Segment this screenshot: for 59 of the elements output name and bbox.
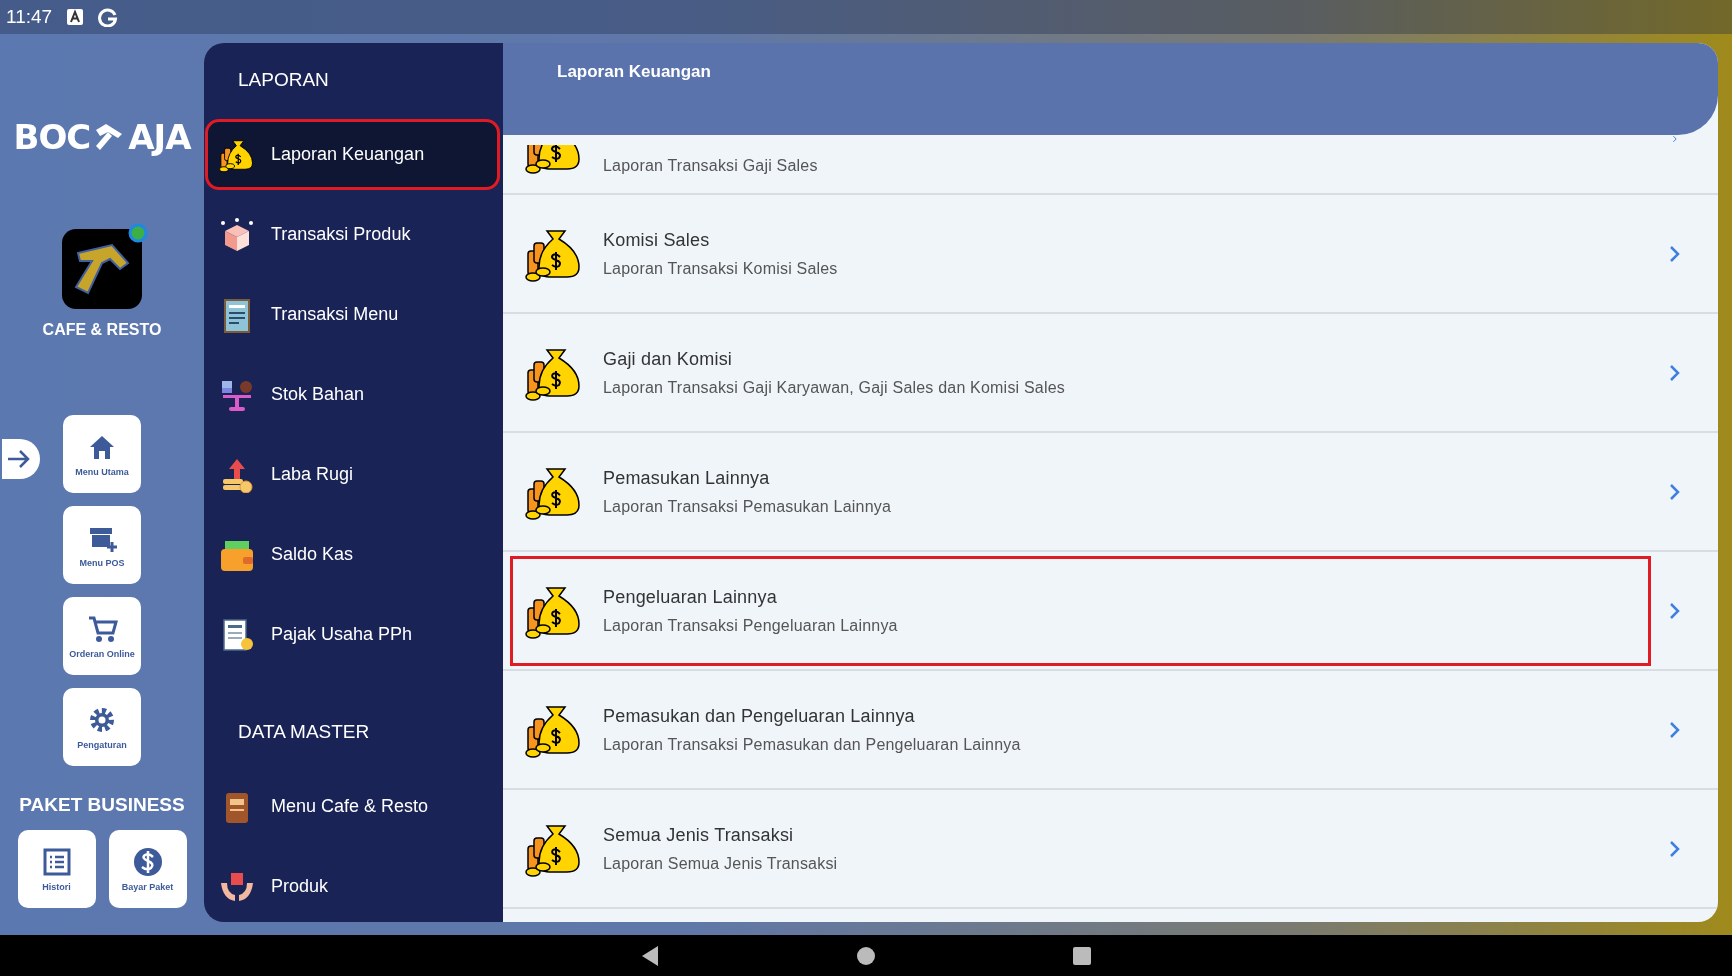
row-subtitle: Laporan Transaksi Gaji Karyawan, Gaji Sales dan Komisi Sales (603, 378, 1065, 397)
nav-item[interactable]: Produk (207, 853, 498, 920)
report-row[interactable]: Laporan Transaksi Gaji Sales (513, 135, 1648, 193)
report-row[interactable]: Pemasukan Lainnya Laporan Transaksi Pemasukan Lainnya (513, 439, 1648, 544)
row-title: Pengeluaran Lainnya (603, 586, 778, 608)
arrow-tab-icon (2, 439, 40, 479)
report-row[interactable]: Semua Jenis Transaksi Laporan Semua Jenis Transaksi (513, 796, 1648, 901)
recents-icon (1072, 945, 1092, 966)
nav-item[interactable]: Laporan Keuangan (207, 121, 498, 188)
report-row[interactable]: Pemasukan dan Pengeluaran Lainnya Laporan Transaksi Pemasukan dan Pengeluaran Lainnya (513, 677, 1648, 782)
row-title: Gaji dan Komisi (603, 348, 734, 370)
row-title: Pemasukan dan Pengeluaran Lainnya (603, 705, 916, 727)
google-g-icon (98, 7, 119, 27)
package-title: PAKET BUSINESS (19, 794, 185, 816)
a-box-icon (66, 8, 85, 26)
section-title: DATA MASTER (237, 721, 371, 743)
nav-item[interactable]: Transaksi Menu (207, 281, 498, 348)
status-time: 11:47 (6, 6, 53, 28)
report-row[interactable]: Pengeluaran Lainnya Laporan Transaksi Pengeluaran Lainnya (513, 558, 1648, 663)
logo-text: BOC (13, 117, 91, 157)
nav-item[interactable]: Stok Bahan (207, 361, 498, 428)
nav-item[interactable]: Menu Cafe & Resto (207, 773, 498, 840)
chevron-right-icon (1668, 481, 1682, 502)
app-logo-icon (62, 223, 148, 309)
nav-item[interactable]: Transaksi Produk (207, 201, 498, 268)
row-title: Komisi Sales (603, 229, 711, 251)
nav-item[interactable]: Laba Rugi (207, 441, 498, 508)
report-row[interactable]: Gaji dan Komisi Laporan Transaksi Gaji Karyawan, Gaji Sales dan Komisi Sales (513, 320, 1648, 425)
row-title: Semua Jenis Transaksi (603, 824, 795, 846)
chevron-right-icon (1668, 719, 1682, 740)
back-icon (640, 944, 660, 967)
package-button[interactable]: Histori (17, 830, 96, 908)
chevron-right-icon (1668, 838, 1682, 859)
row-subtitle: Laporan Transaksi Pemasukan Lainnya (603, 497, 892, 516)
row-subtitle: Laporan Transaksi Komisi Sales (603, 259, 838, 278)
chevron-right-icon (1668, 243, 1682, 264)
package-button[interactable]: Bayar Paket (108, 830, 187, 908)
row-subtitle: Laporan Transaksi Pengeluaran Lainnya (603, 616, 898, 635)
row-subtitle: Laporan Semua Jenis Transaksi (603, 854, 838, 873)
logo-text: AJA (128, 117, 191, 157)
dollar-icon (131, 846, 164, 878)
app-name: CAFE & RESTO (42, 321, 162, 339)
dock-button[interactable]: Pengaturan (63, 688, 141, 766)
dock-button[interactable]: Menu Utama (63, 415, 141, 493)
section-title: LAPORAN (237, 69, 330, 91)
box-icon (219, 216, 255, 253)
report-row[interactable]: Komisi Sales Laporan Transaksi Komisi Sales (513, 201, 1648, 306)
dock-button[interactable]: Orderan Online (63, 597, 141, 675)
nav-item[interactable]: Saldo Kas (207, 521, 498, 588)
header-title: Laporan Keuangan (557, 62, 711, 82)
nav-item[interactable]: Pajak Usaha PPh (207, 601, 498, 668)
row-subtitle: Laporan Transaksi Gaji Sales (603, 157, 818, 175)
money-bag-icon (525, 145, 583, 175)
dock-button[interactable]: Menu POS (63, 506, 141, 584)
home-circle-icon (856, 945, 876, 966)
chevron-right-icon (1668, 362, 1682, 383)
row-subtitle: Laporan Transaksi Pemasukan dan Pengeluaran Lainnya (603, 735, 1021, 754)
chevron-right-icon (1668, 600, 1682, 621)
row-title: Pemasukan Lainnya (603, 467, 771, 489)
